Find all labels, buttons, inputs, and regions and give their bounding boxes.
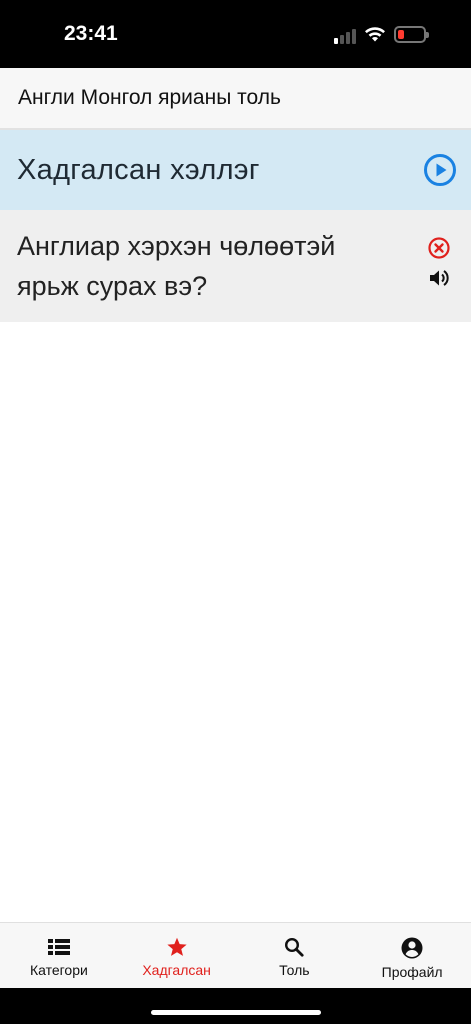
wifi-icon <box>365 27 385 42</box>
signal-icon <box>334 28 358 44</box>
tab-dictionary[interactable]: Толь <box>236 923 354 988</box>
tab-label: Профайл <box>381 964 443 980</box>
volume-icon[interactable] <box>427 266 451 290</box>
play-circle-icon[interactable] <box>423 153 457 187</box>
list-icon <box>47 939 70 955</box>
app-screen: Англи Монгол ярианы толь Хадгалсан хэллэ… <box>0 68 471 988</box>
home-indicator-area <box>0 988 471 1024</box>
home-indicator[interactable] <box>151 1010 321 1015</box>
bottom-tab-bar: Категори Хадгалсан Толь Профайл <box>0 922 471 988</box>
tab-profile[interactable]: Профайл <box>353 923 471 988</box>
page-title: Англи Монгол ярианы толь <box>18 86 281 109</box>
phrase-list-item[interactable]: Англиар хэрхэн чөлөөтэй ярьж сурах вэ? <box>0 210 471 322</box>
star-icon <box>166 937 187 956</box>
battery-icon <box>394 26 429 43</box>
tab-label: Толь <box>279 962 310 978</box>
account-circle-icon <box>401 937 423 959</box>
tab-label: Хадгалсан <box>142 962 211 978</box>
tab-saved[interactable]: Хадгалсан <box>118 923 236 988</box>
tab-label: Категори <box>29 962 88 978</box>
tab-categories[interactable]: Категори <box>0 923 118 988</box>
phrase-text: Англиар хэрхэн чөлөөтэй ярьж сурах вэ? <box>17 231 336 301</box>
search-icon <box>285 937 304 957</box>
saved-phrases-section: Хадгалсан хэллэг <box>0 130 471 210</box>
status-bar: 23:41 <box>0 0 471 68</box>
app-header: Англи Монгол ярианы толь <box>0 68 471 130</box>
saved-phrases-title: Хадгалсан хэллэг <box>17 153 260 186</box>
status-time: 23:41 <box>64 22 118 45</box>
close-circle-icon[interactable] <box>427 236 451 260</box>
phrase-actions <box>427 226 451 322</box>
